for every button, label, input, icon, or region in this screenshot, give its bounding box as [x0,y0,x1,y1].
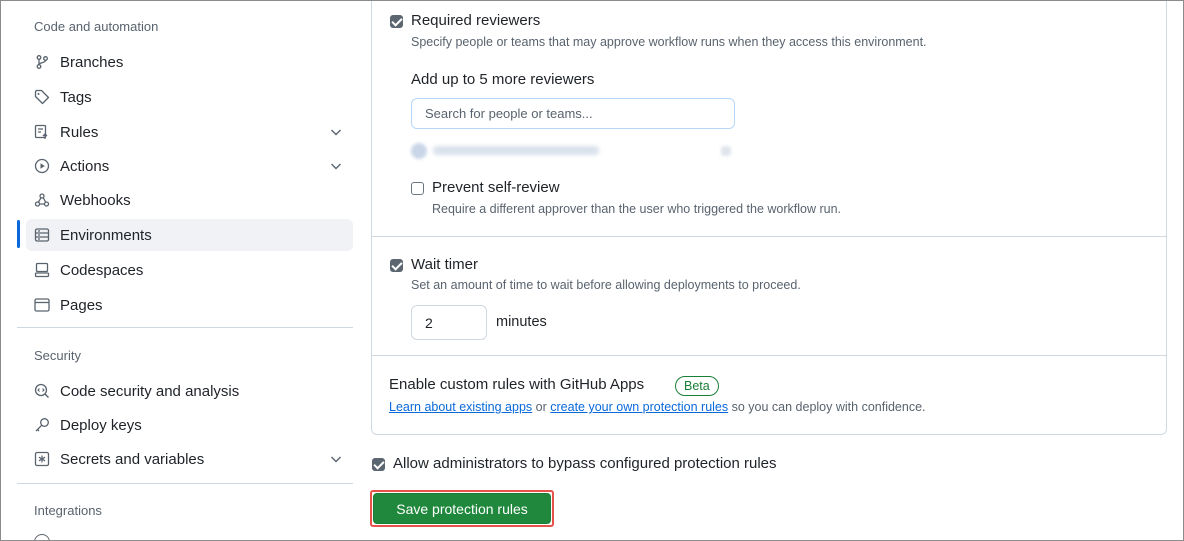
prevent-self-review-label: Prevent self-review [432,179,560,196]
custom-rules-description: Learn about existing apps or create your… [389,400,926,414]
wait-timer-checkbox[interactable] [390,259,403,272]
allow-bypass-label: Allow administrators to bypass configure… [393,455,777,472]
server-icon [34,227,50,243]
reviewer-list-item [411,141,741,159]
codescan-icon [34,383,50,399]
sidebar-item-actions[interactable]: Actions [26,150,353,182]
learn-existing-apps-link[interactable]: Learn about existing apps [389,400,532,414]
wait-timer-label: Wait timer [411,256,478,273]
sidebar-item-label: Codespaces [60,261,144,279]
save-protection-rules-button[interactable]: Save protection rules [373,493,551,524]
asterisk-icon [34,451,50,467]
custom-rules-suffix: so you can deploy with confidence. [731,400,926,414]
sidebar-item-deploy-keys[interactable]: Deploy keys [26,409,353,441]
chevron-down-icon [331,456,341,463]
required-reviewers-label: Required reviewers [411,12,541,29]
protection-rules-panel [371,1,1167,435]
reviewer-name-redacted [433,146,599,155]
section-divider [371,355,1167,356]
browser-icon [34,297,50,313]
sidebar-section-title: Code and automation [34,19,159,34]
beta-badge-label: Beta [684,379,710,393]
sidebar-item-webhooks[interactable]: Webhooks [26,184,353,216]
prevent-self-review-checkbox[interactable] [411,182,424,195]
sidebar-item-secrets[interactable]: Secrets and variables [26,443,353,475]
save-button-label: Save protection rules [396,500,528,517]
integration-icon [34,534,50,540]
codespaces-icon [34,262,50,278]
sidebar-item-codespaces[interactable]: Codespaces [26,254,353,286]
sidebar-item-label: Code security and analysis [60,382,240,400]
sidebar-section-title: Security [34,348,81,363]
required-reviewers-description: Specify people or teams that may approve… [411,35,927,49]
reviewer-search-input[interactable]: Search for people or teams... [411,98,735,129]
sidebar-divider [17,483,353,484]
sidebar-item-environments[interactable]: Environments [26,219,353,251]
allow-bypass-checkbox[interactable] [372,458,385,471]
sidebar-item-label: Webhooks [60,191,131,209]
sidebar-item-tags[interactable]: Tags [26,81,353,113]
rules-icon [34,124,50,140]
custom-rules-title: Enable custom rules with GitHub Apps [389,376,645,393]
required-reviewers-checkbox[interactable] [390,15,403,28]
sidebar-item-pages[interactable]: Pages [26,289,353,321]
chevron-down-icon [331,163,341,170]
sidebar-item-label: Secrets and variables [60,450,205,468]
sidebar-item-rules[interactable]: Rules [26,116,353,148]
sidebar-item-label: Pages [60,296,103,314]
sidebar-item-label: Tags [60,88,92,106]
add-reviewers-heading: Add up to 5 more reviewers [411,71,595,88]
sidebar-item-label: Environments [60,226,152,244]
reviewer-search-placeholder: Search for people or teams... [425,106,593,121]
sidebar-item-branches[interactable]: Branches [26,46,353,78]
wait-timer-unit: minutes [496,314,547,330]
beta-badge: Beta [675,376,719,396]
play-icon [34,158,50,174]
sidebar-item-label: Deploy keys [60,416,142,434]
sidebar-item-label: Branches [60,53,124,71]
wait-timer-value: 2 [425,314,433,331]
branch-icon [34,54,50,70]
sidebar-item-label: Rules [60,123,99,141]
chevron-down-icon [331,129,341,136]
sidebar-divider [17,327,353,328]
wait-timer-input[interactable]: 2 [411,305,487,340]
active-indicator [17,220,20,248]
section-divider [371,236,1167,237]
settings-page: Code and automation Branches Tags Rules [0,0,1184,541]
remove-reviewer-icon[interactable] [721,146,731,156]
key-icon [34,417,50,433]
webhook-icon [34,192,50,208]
prevent-self-review-description: Require a different approver than the us… [432,202,842,216]
avatar [411,143,427,159]
or-text: or [535,400,547,414]
wait-timer-description: Set an amount of time to wait before all… [411,278,801,292]
sidebar-item-label: Actions [60,157,110,175]
create-protection-rules-link[interactable]: create your own protection rules [550,400,728,414]
tag-icon [34,89,50,105]
sidebar-item-code-security[interactable]: Code security and analysis [26,375,353,407]
sidebar-section-title: Integrations [34,503,102,518]
